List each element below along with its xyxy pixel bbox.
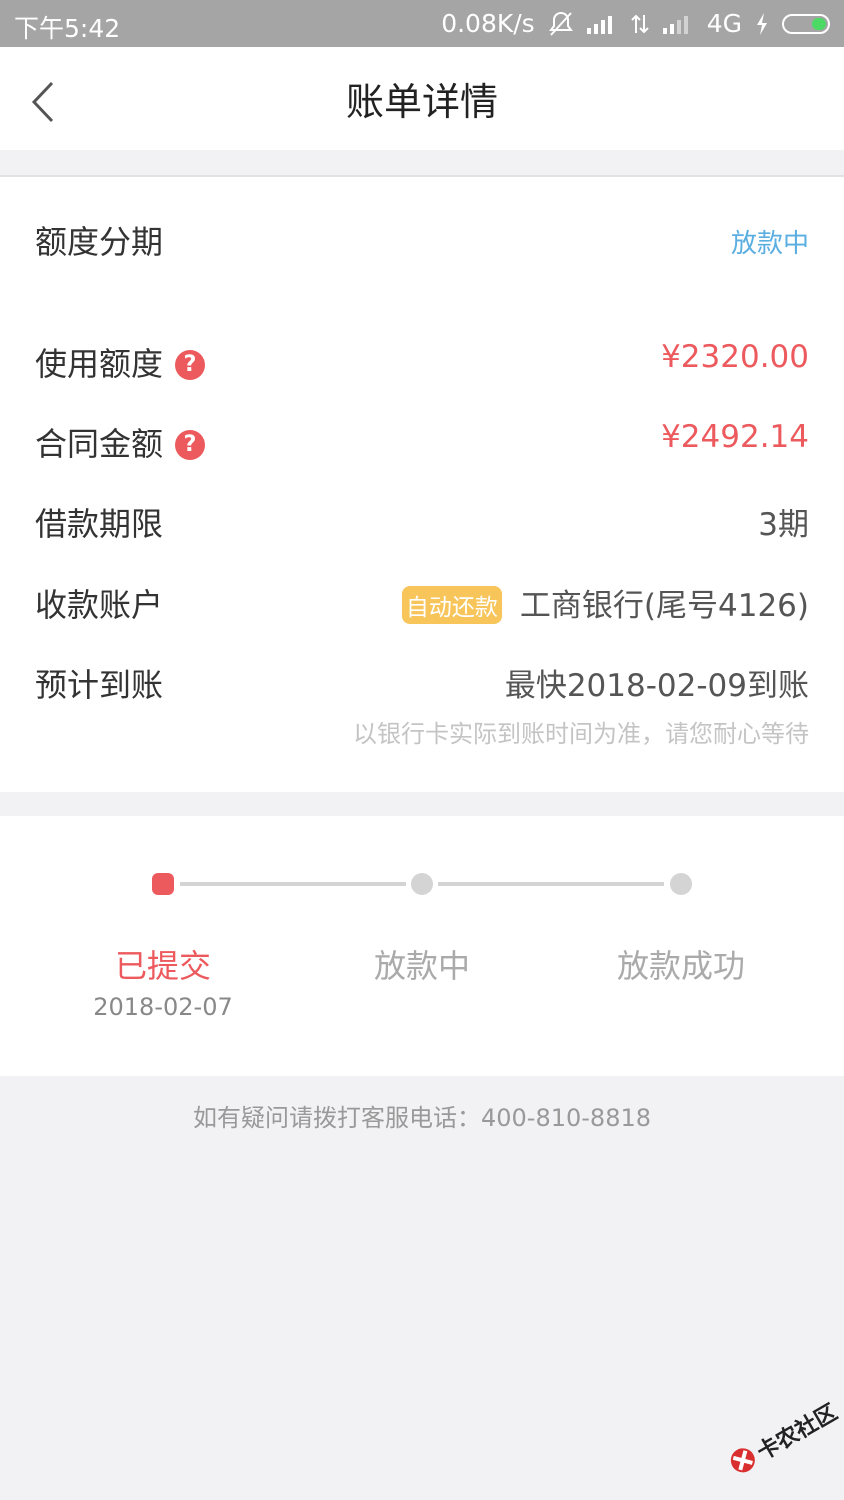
progress-track: [438, 882, 664, 886]
signal-icon: [586, 14, 617, 34]
step-label-success: 放款成功: [616, 947, 745, 985]
contract-amount-row: 合同金额 ? ¥2492.14: [0, 411, 844, 471]
account-row: 收款账户 自动还款 工商银行(尾号4126): [0, 572, 844, 632]
battery-icon: [782, 13, 830, 34]
step-dot-success: [670, 873, 692, 895]
product-label: 额度分期: [35, 223, 164, 261]
progress-section: 已提交 放款中 放款成功 2018-02-07: [0, 816, 844, 1076]
arrival-row: 预计到账 最快2018-02-09到账: [0, 652, 844, 712]
auto-repay-tag: 自动还款: [401, 585, 502, 624]
watermark-text: 卡农社区: [753, 1400, 842, 1466]
step-dot-submitted: [152, 873, 174, 895]
status-bar: 下午5:42 0.08K/s 4G: [0, 0, 844, 47]
signal-2-icon: [662, 14, 693, 34]
step-label-disbursing: 放款中: [373, 947, 470, 985]
progress-track: [180, 882, 406, 886]
used-amount-row: 使用额度 ? ¥2320.00: [0, 331, 844, 391]
step-label-submitted: 已提交: [114, 947, 211, 985]
account-label: 收款账户: [35, 586, 164, 624]
arrival-value: 最快2018-02-09到账: [504, 668, 809, 704]
help-icon[interactable]: ?: [175, 430, 206, 460]
status-right: 0.08K/s 4G: [441, 9, 830, 38]
status-badge: 放款中: [730, 229, 809, 259]
network-type: 4G: [706, 9, 742, 38]
data-transfer-icon: [631, 13, 649, 35]
nav-bar: 账单详情: [0, 47, 844, 150]
charging-icon: [756, 12, 768, 35]
arrival-label: 预计到账: [35, 666, 164, 704]
account-value: 工商银行(尾号4126): [519, 588, 809, 624]
net-speed: 0.08K/s: [441, 9, 535, 38]
term-label: 借款期限: [35, 505, 164, 543]
contract-amount-value: ¥2492.14: [661, 419, 809, 455]
watermark-logo: 卡农社区: [707, 1374, 842, 1498]
step-date-submitted: 2018-02-07: [93, 993, 233, 1021]
step-dot-disbursing: [411, 873, 433, 895]
product-section: 额度分期 放款中: [0, 175, 844, 301]
used-amount-label: 使用额度: [35, 345, 164, 383]
term-value: 3期: [758, 507, 809, 543]
help-icon[interactable]: ?: [175, 350, 206, 380]
mute-bell-icon: [548, 11, 573, 37]
used-amount-value: ¥2320.00: [661, 339, 809, 375]
page-title: 账单详情: [345, 80, 498, 124]
arrival-hint: 以银行卡实际到账时间为准，请您耐心等待: [353, 720, 809, 748]
term-row: 借款期限 3期: [0, 491, 844, 551]
customer-service-contact: 如有疑问请拨打客服电话：400-810-8818: [192, 1104, 651, 1132]
details-section: 使用额度 ? ¥2320.00 合同金额 ? ¥2492.14 借款期限 3期 …: [0, 299, 844, 792]
status-time: 下午5:42: [14, 14, 121, 43]
contract-amount-label: 合同金额: [35, 425, 164, 463]
